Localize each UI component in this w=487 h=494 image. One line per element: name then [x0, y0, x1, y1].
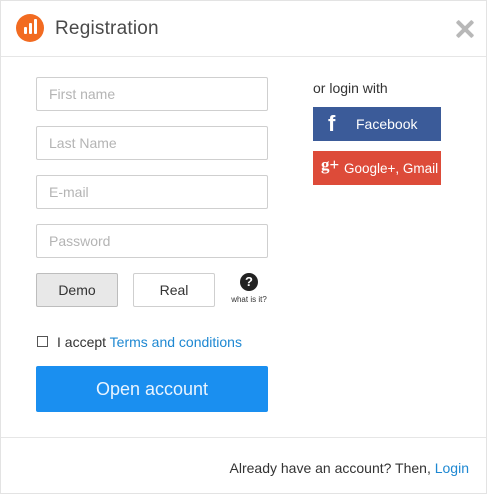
facebook-login-button[interactable]: f Facebook — [313, 107, 441, 141]
password-field[interactable] — [36, 224, 268, 258]
last-name-field[interactable] — [36, 126, 268, 160]
dialog-header: Registration — [1, 1, 486, 57]
logo-bar — [24, 27, 27, 34]
registration-dialog: Registration Demo Real ? what is it? I a… — [0, 0, 487, 494]
google-login-button[interactable]: g+ Google+, Gmail — [313, 151, 441, 185]
terms-checkbox[interactable] — [37, 336, 48, 347]
footer-divider — [1, 437, 486, 438]
email-field[interactable] — [36, 175, 268, 209]
facebook-icon: f — [328, 111, 336, 136]
logo-bar — [34, 19, 37, 34]
accept-prefix: I accept — [57, 334, 107, 350]
open-account-button[interactable]: Open account — [36, 366, 268, 412]
question-circle-icon: ? — [240, 273, 258, 291]
chart-bars-logo-icon — [16, 14, 44, 42]
help-text: what is it? — [231, 295, 267, 304]
login-link[interactable]: Login — [435, 460, 469, 476]
facebook-label: Facebook — [356, 116, 418, 132]
footer-text: Already have an account? Then, — [229, 460, 431, 476]
dialog-footer: Already have an account? Then, Login — [230, 460, 469, 476]
terms-link[interactable]: Terms and conditions — [110, 334, 242, 350]
first-name-field[interactable] — [36, 77, 268, 111]
demo-account-button[interactable]: Demo — [36, 273, 118, 307]
account-type-help[interactable]: ? what is it? — [231, 273, 267, 304]
close-icon[interactable] — [453, 17, 477, 41]
dialog-title: Registration — [55, 18, 159, 39]
logo-bar — [29, 23, 32, 34]
google-label: Google+, Gmail — [344, 161, 439, 176]
google-plus-icon: g+ — [321, 155, 340, 174]
real-account-button[interactable]: Real — [133, 273, 215, 307]
or-login-with-heading: or login with — [313, 80, 388, 96]
terms-label: I accept Terms and conditions — [57, 334, 242, 350]
